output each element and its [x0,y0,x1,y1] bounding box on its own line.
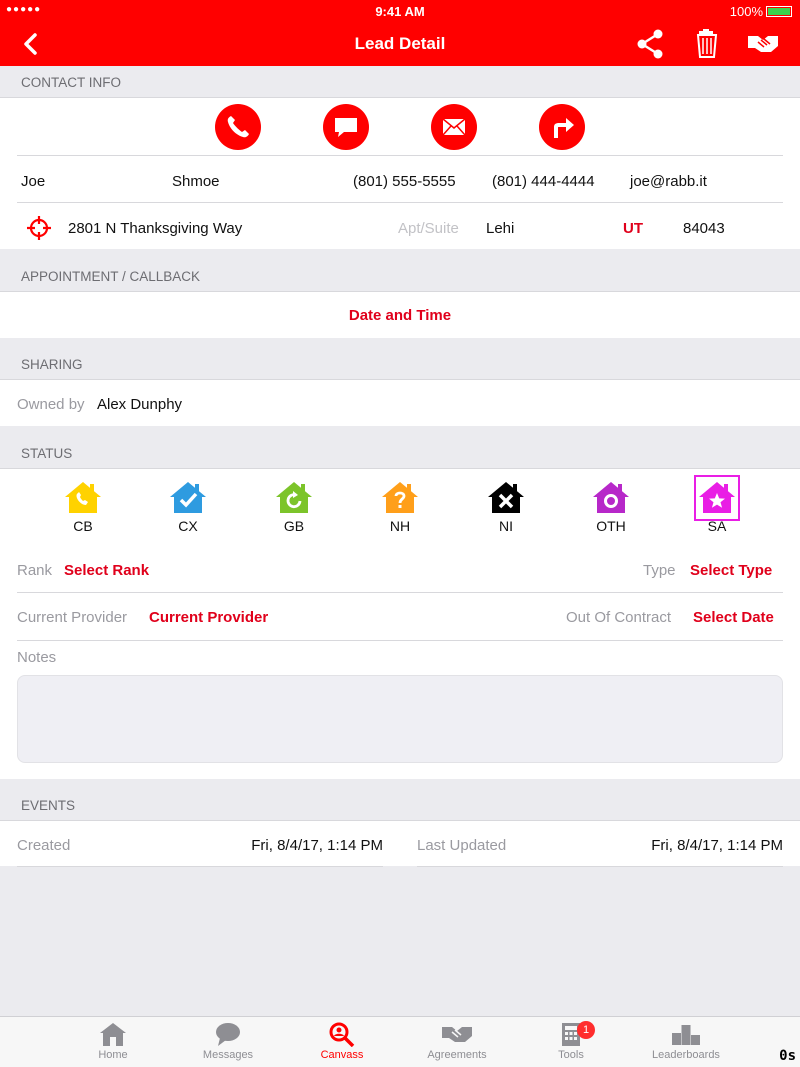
last-name-field[interactable]: Shmoe [172,173,220,190]
tab-home-label: Home [98,1049,128,1061]
house-refresh-icon [276,482,312,513]
rank-label: Rank [17,562,53,579]
handshake-icon[interactable] [746,28,780,60]
tab-bar: Home Messages Canvass Agreements Tools 1… [0,1016,800,1067]
status-cb[interactable]: CB [53,480,113,534]
house-x-icon [488,482,524,513]
tab-agreements-label: Agreements [427,1049,487,1061]
phone-primary-field[interactable]: (801) 555-5555 [353,173,456,190]
email-button[interactable] [431,104,477,150]
status-cx-label: CX [178,518,198,534]
divider [17,155,783,156]
status-nh-label: NH [389,518,411,534]
status-oth[interactable]: OTH [581,480,641,534]
phone-secondary-field[interactable]: (801) 444-4444 [492,173,595,190]
current-provider-select[interactable]: Current Provider [149,609,268,626]
type-select[interactable]: Select Type [690,562,772,579]
directions-button[interactable] [539,104,585,150]
divider [17,592,783,593]
house-question-icon [382,482,418,513]
share-icon[interactable] [634,28,668,60]
canvass-icon [329,1022,355,1047]
divider [17,640,783,641]
leaderboards-icon [672,1025,700,1045]
divider [17,202,783,203]
last-updated-value: Fri, 8/4/17, 1:14 PM [651,837,783,854]
message-icon [335,118,357,137]
tab-tools-label: Tools [558,1049,584,1061]
section-events: EVENTS [0,789,800,821]
notes-label: Notes [17,649,57,666]
tab-canvass[interactable]: Canvass [292,1021,392,1061]
status-cx[interactable]: CX [158,480,218,534]
corner-mark: 0s [779,1048,796,1064]
apt-suite-field[interactable]: Apt/Suite [398,220,459,237]
status-sa[interactable]: SA [687,480,747,534]
tab-canvass-label: Canvass [320,1049,364,1061]
city-field[interactable]: Lehi [486,220,514,237]
owner-name[interactable]: Alex Dunphy [97,396,182,413]
message-button[interactable] [323,104,369,150]
status-sa-label: SA [707,518,727,534]
page-title: Lead Detail [354,34,446,53]
house-star-icon [699,482,735,513]
phone-call-button[interactable] [215,104,261,150]
trash-icon[interactable] [690,28,724,60]
created-label: Created [17,837,71,854]
first-name-field[interactable]: Joe [21,173,45,190]
email-field[interactable]: joe@rabb.it [630,173,707,190]
status-gb-label: GB [283,518,305,534]
last-updated-label: Last Updated [417,837,507,854]
locate-icon[interactable] [26,215,52,241]
tab-messages-label: Messages [202,1049,254,1061]
tab-leaderboards-label: Leaderboards [652,1049,720,1061]
messages-icon [216,1023,240,1046]
type-label: Type [643,562,676,579]
status-gb[interactable]: GB [264,480,324,534]
section-appointment: APPOINTMENT / CALLBACK [0,260,800,292]
divider [17,866,383,867]
house-phone-icon [65,482,101,513]
out-of-contract-date[interactable]: Select Date [693,609,774,626]
phone-icon [227,116,249,138]
section-status: STATUS [0,437,800,469]
tab-tools[interactable]: Tools 1 [521,1021,621,1061]
battery-indicator: 100% [730,4,792,19]
mail-icon [442,118,466,136]
home-icon [100,1023,126,1046]
status-oth-label: OTH [596,518,626,534]
status-ni-label: NI [499,518,513,534]
rank-select[interactable]: Select Rank [64,562,149,579]
created-value: Fri, 8/4/17, 1:14 PM [251,837,383,854]
status-bar: ●●●●● 9:41 AM 100% [0,0,800,22]
current-provider-label: Current Provider [17,609,128,626]
zip-field[interactable]: 84043 [683,220,725,237]
nav-bar: Lead Detail [0,22,800,66]
status-nh[interactable]: NH [370,480,430,534]
status-time: 9:41 AM [375,4,425,19]
tab-agreements[interactable]: Agreements [407,1021,507,1061]
house-circle-icon [593,482,629,513]
notes-textarea[interactable] [17,675,783,763]
tab-leaderboards[interactable]: Leaderboards [636,1021,736,1061]
tab-home[interactable]: Home [63,1021,163,1061]
status-ni[interactable]: NI [476,480,536,534]
agreements-icon [442,1027,472,1042]
appointment-date-button[interactable]: Date and Time [0,307,800,324]
section-sharing: SHARING [0,348,800,380]
owned-by-label: Owned by [17,396,85,413]
house-check-icon [170,482,206,513]
address-field[interactable]: 2801 N Thanksgiving Way [68,220,242,237]
battery-icon [766,6,792,17]
section-contact-info: CONTACT INFO [0,66,800,98]
battery-percent: 100% [729,4,763,19]
divider [417,866,783,867]
directions-icon [554,118,574,138]
tools-badge: 1 [577,1021,595,1039]
state-field[interactable]: UT [623,220,643,237]
tab-messages[interactable]: Messages [178,1021,278,1061]
out-of-contract-label: Out Of Contract [566,609,672,626]
status-cb-label: CB [73,518,93,534]
